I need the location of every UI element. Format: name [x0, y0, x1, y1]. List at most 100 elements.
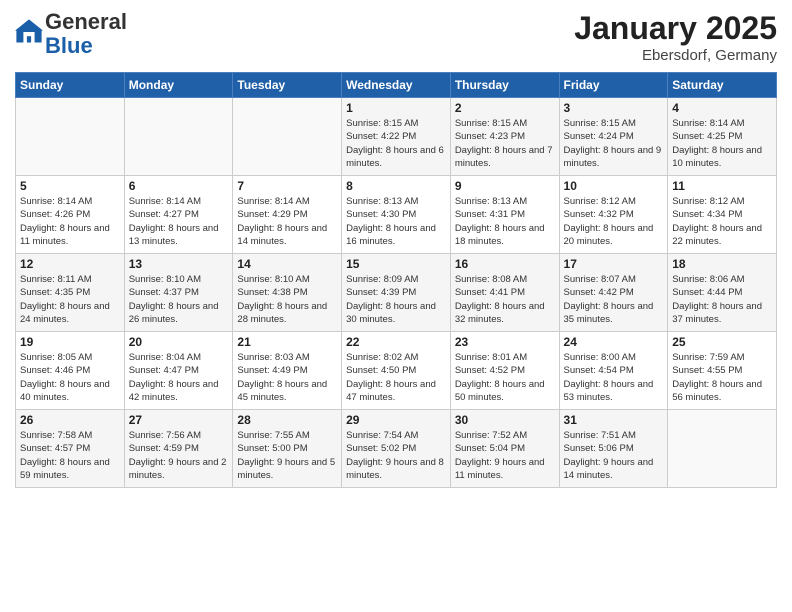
- day-info: Sunrise: 8:11 AM Sunset: 4:35 PM Dayligh…: [20, 273, 120, 326]
- day-info: Sunrise: 7:58 AM Sunset: 4:57 PM Dayligh…: [20, 429, 120, 482]
- day-info: Sunrise: 8:15 AM Sunset: 4:22 PM Dayligh…: [346, 117, 446, 170]
- day-number: 17: [564, 257, 664, 271]
- day-info: Sunrise: 7:55 AM Sunset: 5:00 PM Dayligh…: [237, 429, 337, 482]
- day-info: Sunrise: 8:01 AM Sunset: 4:52 PM Dayligh…: [455, 351, 555, 404]
- day-cell: 3 Sunrise: 8:15 AM Sunset: 4:24 PM Daylig…: [559, 98, 668, 176]
- day-cell: [124, 98, 233, 176]
- day-cell: 30Sunrise: 7:52 AM Sunset: 5:04 PM Dayli…: [450, 410, 559, 488]
- day-number: 8: [346, 179, 446, 193]
- day-number: 14: [237, 257, 337, 271]
- day-info: Sunrise: 7:51 AM Sunset: 5:06 PM Dayligh…: [564, 429, 664, 482]
- logo: General Blue: [15, 10, 127, 58]
- day-info: Sunrise: 8:14 AM Sunset: 4:29 PM Dayligh…: [237, 195, 337, 248]
- day-number: 3: [564, 101, 664, 115]
- day-number: 1: [346, 101, 446, 115]
- day-number: 20: [129, 335, 229, 349]
- day-cell: 10 Sunrise: 8:12 AM Sunset: 4:32 PM Dayli…: [559, 176, 668, 254]
- day-info: Sunrise: 8:05 AM Sunset: 4:46 PM Dayligh…: [20, 351, 120, 404]
- day-cell: 1 Sunrise: 8:15 AM Sunset: 4:22 PM Daylig…: [342, 98, 451, 176]
- day-cell: [233, 98, 342, 176]
- calendar-header: SundayMondayTuesdayWednesdayThursdayFrid…: [16, 73, 777, 98]
- day-info: Sunrise: 8:10 AM Sunset: 4:37 PM Dayligh…: [129, 273, 229, 326]
- day-cell: [668, 410, 777, 488]
- day-info: Sunrise: 8:03 AM Sunset: 4:49 PM Dayligh…: [237, 351, 337, 404]
- logo-general: General: [45, 9, 127, 34]
- month-title: January 2025: [574, 10, 777, 47]
- week-row-1: 5Sunrise: 8:14 AM Sunset: 4:26 PM Daylig…: [16, 176, 777, 254]
- weekday-header-thursday: Thursday: [450, 73, 559, 98]
- day-number: 31: [564, 413, 664, 427]
- day-cell: 13 Sunrise: 8:10 AM Sunset: 4:37 PM Dayli…: [124, 254, 233, 332]
- day-cell: 25 Sunrise: 7:59 AM Sunset: 4:55 PM Dayli…: [668, 332, 777, 410]
- calendar-table: SundayMondayTuesdayWednesdayThursdayFrid…: [15, 72, 777, 488]
- day-number: 6: [129, 179, 229, 193]
- day-number: 29: [346, 413, 446, 427]
- day-info: Sunrise: 7:56 AM Sunset: 4:59 PM Dayligh…: [129, 429, 229, 482]
- day-cell: 24Sunrise: 8:00 AM Sunset: 4:54 PM Dayli…: [559, 332, 668, 410]
- day-number: 15: [346, 257, 446, 271]
- weekday-header-monday: Monday: [124, 73, 233, 98]
- day-cell: 17 Sunrise: 8:07 AM Sunset: 4:42 PM Dayli…: [559, 254, 668, 332]
- day-number: 13: [129, 257, 229, 271]
- day-info: Sunrise: 8:14 AM Sunset: 4:27 PM Dayligh…: [129, 195, 229, 248]
- day-info: Sunrise: 8:14 AM Sunset: 4:26 PM Dayligh…: [20, 195, 120, 248]
- logo-blue: Blue: [45, 33, 93, 58]
- day-number: 28: [237, 413, 337, 427]
- day-info: Sunrise: 7:52 AM Sunset: 5:04 PM Dayligh…: [455, 429, 555, 482]
- day-cell: 6 Sunrise: 8:14 AM Sunset: 4:27 PM Daylig…: [124, 176, 233, 254]
- day-info: Sunrise: 8:12 AM Sunset: 4:34 PM Dayligh…: [672, 195, 772, 248]
- day-cell: 21 Sunrise: 8:03 AM Sunset: 4:49 PM Dayli…: [233, 332, 342, 410]
- page: { "header": { "logo_general": "General",…: [0, 0, 792, 612]
- day-cell: [16, 98, 125, 176]
- day-number: 12: [20, 257, 120, 271]
- day-info: Sunrise: 8:02 AM Sunset: 4:50 PM Dayligh…: [346, 351, 446, 404]
- day-number: 27: [129, 413, 229, 427]
- week-row-0: 1 Sunrise: 8:15 AM Sunset: 4:22 PM Daylig…: [16, 98, 777, 176]
- day-info: Sunrise: 8:04 AM Sunset: 4:47 PM Dayligh…: [129, 351, 229, 404]
- day-info: Sunrise: 7:59 AM Sunset: 4:55 PM Dayligh…: [672, 351, 772, 404]
- weekday-header-saturday: Saturday: [668, 73, 777, 98]
- day-cell: 5Sunrise: 8:14 AM Sunset: 4:26 PM Daylig…: [16, 176, 125, 254]
- calendar-body: 1 Sunrise: 8:15 AM Sunset: 4:22 PM Daylig…: [16, 98, 777, 488]
- weekday-header-sunday: Sunday: [16, 73, 125, 98]
- day-number: 9: [455, 179, 555, 193]
- day-number: 23: [455, 335, 555, 349]
- day-cell: 22 Sunrise: 8:02 AM Sunset: 4:50 PM Dayli…: [342, 332, 451, 410]
- day-cell: 16Sunrise: 8:08 AM Sunset: 4:41 PM Dayli…: [450, 254, 559, 332]
- day-cell: 19Sunrise: 8:05 AM Sunset: 4:46 PM Dayli…: [16, 332, 125, 410]
- day-cell: 31 Sunrise: 7:51 AM Sunset: 5:06 PM Dayli…: [559, 410, 668, 488]
- day-cell: 7Sunrise: 8:14 AM Sunset: 4:29 PM Daylig…: [233, 176, 342, 254]
- day-info: Sunrise: 8:13 AM Sunset: 4:31 PM Dayligh…: [455, 195, 555, 248]
- day-info: Sunrise: 8:14 AM Sunset: 4:25 PM Dayligh…: [672, 117, 772, 170]
- weekday-header-tuesday: Tuesday: [233, 73, 342, 98]
- day-number: 16: [455, 257, 555, 271]
- day-cell: 15 Sunrise: 8:09 AM Sunset: 4:39 PM Dayli…: [342, 254, 451, 332]
- day-info: Sunrise: 8:12 AM Sunset: 4:32 PM Dayligh…: [564, 195, 664, 248]
- day-cell: 2Sunrise: 8:15 AM Sunset: 4:23 PM Daylig…: [450, 98, 559, 176]
- day-number: 18: [672, 257, 772, 271]
- day-info: Sunrise: 8:13 AM Sunset: 4:30 PM Dayligh…: [346, 195, 446, 248]
- day-cell: 12 Sunrise: 8:11 AM Sunset: 4:35 PM Dayli…: [16, 254, 125, 332]
- day-number: 25: [672, 335, 772, 349]
- day-cell: 9 Sunrise: 8:13 AM Sunset: 4:31 PM Daylig…: [450, 176, 559, 254]
- day-cell: 26Sunrise: 7:58 AM Sunset: 4:57 PM Dayli…: [16, 410, 125, 488]
- day-number: 21: [237, 335, 337, 349]
- day-number: 10: [564, 179, 664, 193]
- header: General Blue January 2025 Ebersdorf, Ger…: [15, 10, 777, 64]
- day-info: Sunrise: 7:54 AM Sunset: 5:02 PM Dayligh…: [346, 429, 446, 482]
- day-info: Sunrise: 8:07 AM Sunset: 4:42 PM Dayligh…: [564, 273, 664, 326]
- day-cell: 18Sunrise: 8:06 AM Sunset: 4:44 PM Dayli…: [668, 254, 777, 332]
- day-cell: 14Sunrise: 8:10 AM Sunset: 4:38 PM Dayli…: [233, 254, 342, 332]
- day-info: Sunrise: 8:09 AM Sunset: 4:39 PM Dayligh…: [346, 273, 446, 326]
- logo-icon: [15, 18, 43, 46]
- day-number: 22: [346, 335, 446, 349]
- weekday-header-wednesday: Wednesday: [342, 73, 451, 98]
- week-row-2: 12 Sunrise: 8:11 AM Sunset: 4:35 PM Dayli…: [16, 254, 777, 332]
- day-cell: 28 Sunrise: 7:55 AM Sunset: 5:00 PM Dayli…: [233, 410, 342, 488]
- day-info: Sunrise: 8:15 AM Sunset: 4:24 PM Dayligh…: [564, 117, 664, 170]
- day-cell: 4 Sunrise: 8:14 AM Sunset: 4:25 PM Daylig…: [668, 98, 777, 176]
- day-cell: 27 Sunrise: 7:56 AM Sunset: 4:59 PM Dayli…: [124, 410, 233, 488]
- week-row-3: 19Sunrise: 8:05 AM Sunset: 4:46 PM Dayli…: [16, 332, 777, 410]
- day-number: 4: [672, 101, 772, 115]
- day-cell: 23 Sunrise: 8:01 AM Sunset: 4:52 PM Dayli…: [450, 332, 559, 410]
